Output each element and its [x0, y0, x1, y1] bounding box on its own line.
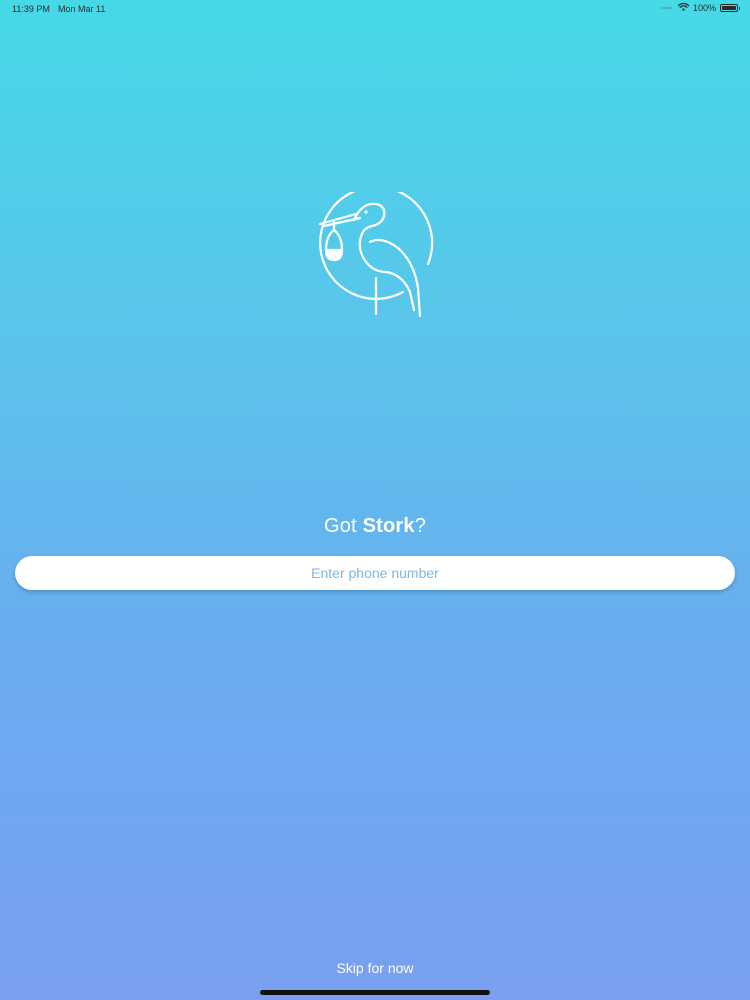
status-indicators: 100%	[660, 2, 740, 13]
headline: Got Stork?	[0, 515, 750, 538]
status-date: Mon Mar 11	[58, 4, 106, 14]
battery-icon	[720, 4, 740, 12]
wifi-icon	[677, 2, 690, 13]
headline-suffix: ?	[414, 515, 427, 537]
battery-percent: 100%	[692, 3, 716, 13]
skip-for-now-link[interactable]: Skip for now	[0, 960, 750, 976]
headline-brand: Stork	[362, 515, 415, 537]
home-indicator[interactable]	[260, 990, 490, 995]
status-bar: 11:39 PM Mon Mar 11 100%	[0, 0, 750, 18]
signal-dots-icon	[660, 7, 672, 9]
stork-logo-icon	[310, 185, 440, 322]
headline-prefix: Got	[323, 515, 363, 537]
status-time: 11:39 PM	[12, 4, 50, 14]
phone-number-input[interactable]	[15, 556, 735, 590]
